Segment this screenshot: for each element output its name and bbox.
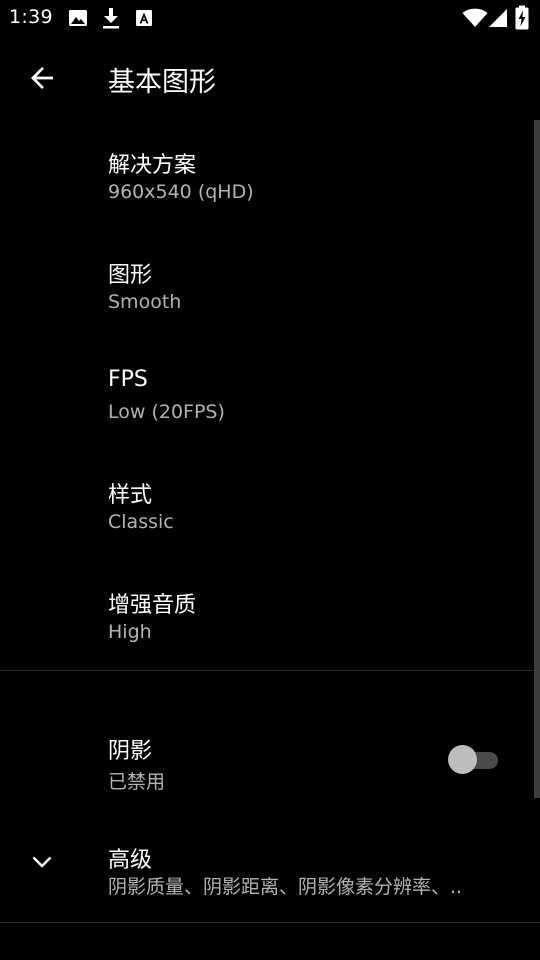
pref-title: 高级 (108, 848, 153, 873)
pref-title: FPS (108, 367, 148, 392)
pref-style[interactable]: 样式 Classic (0, 450, 528, 560)
pref-title: 图形 (108, 263, 153, 288)
back-button[interactable] (22, 58, 62, 98)
shadow-toggle[interactable] (448, 744, 502, 774)
pref-title: 样式 (108, 483, 153, 508)
download-icon (101, 7, 121, 33)
bottom-divider (0, 922, 540, 923)
battery-charging-icon (515, 5, 529, 34)
pref-title: 阴影 (108, 739, 153, 764)
pref-summary: Classic (108, 511, 174, 533)
pref-title: 解决方案 (108, 153, 197, 178)
wifi-icon (462, 8, 488, 32)
page-title: 基本图形 (108, 67, 216, 98)
text-a-icon (135, 9, 153, 31)
section-divider (0, 670, 540, 671)
pref-shadow[interactable]: 阴影 已禁用 (0, 706, 528, 814)
pref-fps[interactable]: FPS Low (20FPS) (0, 340, 528, 450)
pref-summary: Low (20FPS) (108, 401, 225, 423)
pref-summary: Smooth (108, 291, 182, 313)
image-icon (68, 9, 88, 31)
toggle-thumb (448, 745, 477, 774)
arrow-back-icon (22, 67, 62, 102)
pref-resolution[interactable]: 解决方案 960x540 (qHD) (0, 120, 528, 230)
status-bar: 1:39 (0, 0, 540, 36)
chevron-down-icon (28, 848, 56, 876)
pref-summary: 已禁用 (108, 771, 166, 793)
pref-graphics[interactable]: 图形 Smooth (0, 230, 528, 340)
signal-icon (488, 8, 508, 32)
app-bar: 基本图形 (0, 36, 540, 120)
pref-enhanced-audio[interactable]: 增强音质 High (0, 560, 528, 670)
pref-advanced[interactable]: 高级 阴影质量、阴影距离、阴影像素分辨率、.. (0, 814, 528, 922)
status-time: 1:39 (9, 6, 53, 28)
pref-summary: 960x540 (qHD) (108, 181, 254, 203)
pref-summary: High (108, 621, 152, 643)
pref-title: 增强音质 (108, 593, 197, 618)
scrollbar[interactable] (534, 120, 540, 798)
pref-summary: 阴影质量、阴影距离、阴影像素分辨率、.. (108, 876, 463, 898)
